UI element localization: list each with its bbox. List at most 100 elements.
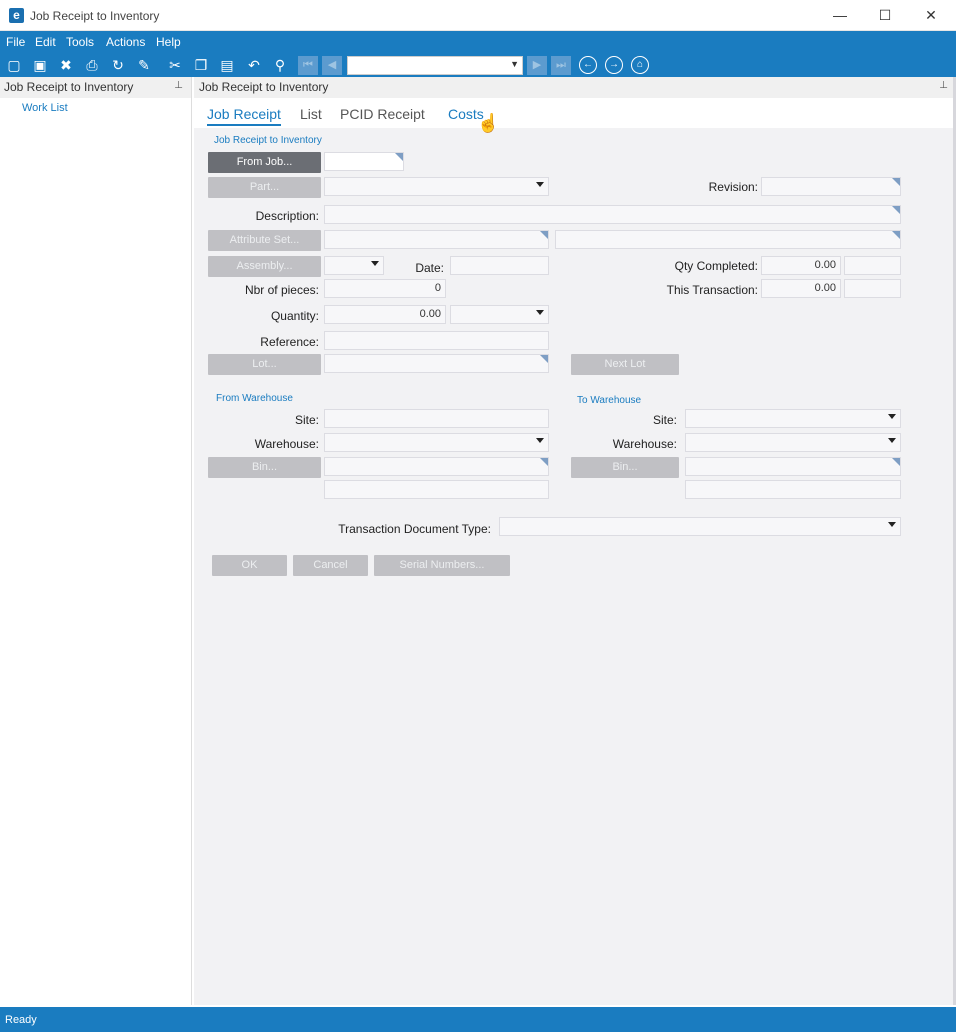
clear-icon[interactable]: ✎ xyxy=(135,56,153,74)
revision-field[interactable] xyxy=(761,177,901,196)
lot-field[interactable] xyxy=(324,354,549,373)
save-icon[interactable]: ▣ xyxy=(31,56,49,74)
to-warehouse-label: Warehouse: xyxy=(612,437,677,451)
cut-icon[interactable]: ✂ xyxy=(166,56,184,74)
next-lot-button[interactable]: Next Lot xyxy=(571,354,679,375)
chevron-down-icon xyxy=(888,438,896,443)
refresh-icon[interactable]: ↻ xyxy=(109,56,127,74)
tree-pane-title: Job Receipt to Inventory xyxy=(4,80,134,94)
record-selector[interactable]: ▼ xyxy=(347,56,523,75)
paste-icon[interactable]: ▤ xyxy=(218,56,236,74)
assembly-select[interactable] xyxy=(324,256,384,275)
date-field[interactable] xyxy=(450,256,549,275)
from-site-field[interactable] xyxy=(324,409,549,428)
quantity-label: Quantity: xyxy=(270,309,319,323)
title-bar: e Job Receipt to Inventory — ☐ ✕ xyxy=(0,0,956,31)
work-list-link[interactable]: Work List xyxy=(22,102,68,114)
main-pane-header: Job Receipt to Inventory ⊥ xyxy=(194,77,956,98)
to-site-select[interactable] xyxy=(685,409,901,428)
close-button[interactable]: ✕ xyxy=(916,4,946,26)
attribute-set-field[interactable] xyxy=(324,230,549,249)
menu-help[interactable]: Help xyxy=(156,35,181,49)
first-record-icon[interactable]: ⏮ xyxy=(298,56,318,75)
quantity-uom-select[interactable] xyxy=(450,305,549,324)
from-bin-description-field xyxy=(324,480,549,499)
transaction-document-type-select[interactable] xyxy=(499,517,901,536)
pin-icon[interactable]: ⊥ xyxy=(174,80,183,91)
hand-cursor-icon: ☝ xyxy=(477,113,500,133)
attribute-set-button[interactable]: Attribute Set... xyxy=(208,230,321,251)
menu-bar: File Edit Tools Actions Help xyxy=(0,31,956,53)
maximize-button[interactable]: ☐ xyxy=(870,4,900,26)
group-from-warehouse: From Warehouse xyxy=(216,393,293,404)
this-transaction-label: This Transaction: xyxy=(666,283,758,297)
part-button[interactable]: Part... xyxy=(208,177,321,198)
description-field[interactable] xyxy=(324,205,901,224)
revision-label: Revision: xyxy=(708,180,758,194)
reference-field[interactable] xyxy=(324,331,549,350)
last-record-icon[interactable]: ⏭ xyxy=(551,56,571,75)
minimize-button[interactable]: — xyxy=(825,4,855,26)
main-pane-title: Job Receipt to Inventory xyxy=(199,80,329,94)
reference-label: Reference: xyxy=(260,335,319,349)
to-warehouse-select[interactable] xyxy=(685,433,901,452)
from-site-label: Site: xyxy=(294,413,319,427)
qty-completed-field: 0.00 xyxy=(761,256,841,275)
to-site-label: Site: xyxy=(652,413,677,427)
ok-button[interactable]: OK xyxy=(212,555,287,576)
description-label: Description: xyxy=(255,209,319,223)
chevron-down-icon: ▼ xyxy=(510,59,519,69)
delete-icon[interactable]: ✖ xyxy=(57,56,75,74)
tab-job-receipt[interactable]: Job Receipt xyxy=(207,106,281,126)
back-icon[interactable]: ← xyxy=(579,56,597,74)
status-text: Ready xyxy=(5,1014,37,1026)
print-icon[interactable]: ⎙ xyxy=(83,56,101,74)
lot-button[interactable]: Lot... xyxy=(208,354,321,375)
nbr-pieces-label: Nbr of pieces: xyxy=(244,283,319,297)
window-title: Job Receipt to Inventory xyxy=(30,9,160,23)
serial-numbers-button[interactable]: Serial Numbers... xyxy=(374,555,510,576)
toolbar: ▢ ▣ ✖ ⎙ ↻ ✎ ✂ ❐ ▤ ↶ ⚲ ⏮ ◀ ▼ ▶ ⏭ ← → ⌂ xyxy=(0,53,956,77)
group-to-warehouse: To Warehouse xyxy=(577,395,642,406)
menu-edit[interactable]: Edit xyxy=(35,35,56,49)
from-warehouse-label: Warehouse: xyxy=(254,437,319,451)
transaction-document-type-label: Transaction Document Type: xyxy=(338,522,491,536)
pin-icon[interactable]: ⊥ xyxy=(939,80,948,91)
prev-record-icon[interactable]: ◀ xyxy=(322,56,342,75)
cancel-button[interactable]: Cancel xyxy=(293,555,368,576)
copy-icon[interactable]: ❐ xyxy=(192,56,210,74)
menu-tools[interactable]: Tools xyxy=(66,35,94,49)
attribute-description-field[interactable] xyxy=(555,230,901,249)
tab-list[interactable]: List xyxy=(300,106,322,122)
from-bin-button[interactable]: Bin... xyxy=(208,457,321,478)
qty-completed-uom-field xyxy=(844,256,901,275)
tab-strip: Job Receipt List PCID Receipt Costs xyxy=(194,98,956,128)
date-label: Date: xyxy=(415,261,444,275)
to-bin-field[interactable] xyxy=(685,457,901,476)
tab-pcid-receipt[interactable]: PCID Receipt xyxy=(340,106,425,122)
job-field[interactable] xyxy=(324,152,404,171)
from-bin-field[interactable] xyxy=(324,457,549,476)
chevron-down-icon xyxy=(371,261,379,266)
forward-icon[interactable]: → xyxy=(605,56,623,74)
this-transaction-uom-field xyxy=(844,279,901,298)
search-icon[interactable]: ⚲ xyxy=(271,56,289,74)
menu-actions[interactable]: Actions xyxy=(106,35,145,49)
tree-pane: Job Receipt to Inventory ⊥ Work List xyxy=(0,77,192,1005)
undo-icon[interactable]: ↶ xyxy=(245,56,263,74)
menu-file[interactable]: File xyxy=(6,35,25,49)
quantity-field[interactable]: 0.00 xyxy=(324,305,446,324)
home-icon[interactable]: ⌂ xyxy=(631,56,649,74)
chevron-down-icon xyxy=(536,182,544,187)
next-record-icon[interactable]: ▶ xyxy=(527,56,547,75)
new-icon[interactable]: ▢ xyxy=(5,56,23,74)
nbr-pieces-field[interactable]: 0 xyxy=(324,279,446,298)
app-logo-icon: e xyxy=(9,8,24,23)
part-select[interactable] xyxy=(324,177,549,196)
from-warehouse-select[interactable] xyxy=(324,433,549,452)
from-job-button[interactable]: From Job... xyxy=(208,152,321,173)
chevron-down-icon xyxy=(536,438,544,443)
this-transaction-field: 0.00 xyxy=(761,279,841,298)
assembly-button[interactable]: Assembly... xyxy=(208,256,321,277)
to-bin-button[interactable]: Bin... xyxy=(571,457,679,478)
